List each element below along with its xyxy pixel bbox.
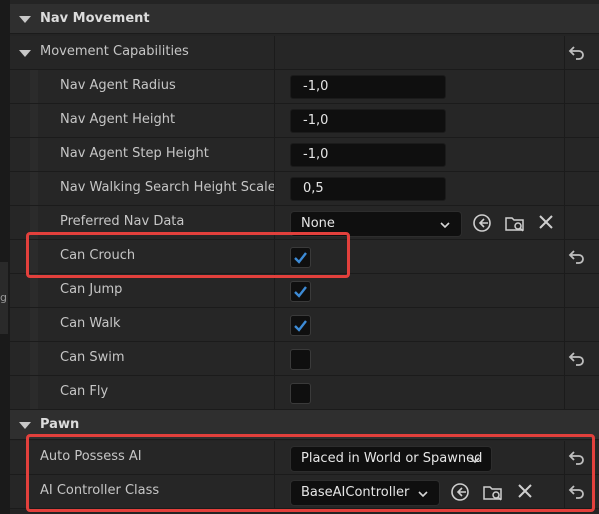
prop-label: Can Jump [60,282,123,297]
prop-label: Nav Agent Step Height [60,146,209,161]
prop-auto-possess-ai: Auto Possess AI Placed in World or Spawn… [10,441,599,475]
group-label: Movement Capabilities [40,44,189,59]
chevron-down-icon [440,222,450,229]
group-movement-capabilities[interactable]: Movement Capabilities [10,36,599,70]
section-title: Pawn [40,417,80,432]
reset-to-default-icon[interactable] [568,44,586,62]
reset-to-default-icon[interactable] [568,449,586,467]
collapse-triangle-icon[interactable] [19,50,31,57]
details-panel: Nav Movement Movement Capabilities Nav A… [10,0,599,514]
dropdown-value: Placed in World or Spawned [301,451,483,466]
prop-label: Can Fly [60,384,109,399]
prop-nav-agent-step-height: Nav Agent Step Height -1,0 [10,138,599,172]
can-swim-checkbox[interactable] [290,349,311,370]
collapse-triangle-icon[interactable] [19,422,31,429]
prop-can-walk: Can Walk [10,308,599,342]
prop-label: Can Crouch [60,248,136,263]
prop-ai-controller-class: AI Controller Class BaseAIController [10,475,599,509]
use-selected-arrow-icon[interactable] [472,213,494,233]
prop-nav-walking-search-height-scale: Nav Walking Search Height Scale 0,5 [10,172,599,206]
prop-label: Nav Agent Height [60,112,176,127]
nav-agent-step-height-field[interactable]: -1,0 [290,143,446,167]
section-pawn[interactable]: Pawn [10,410,599,440]
checkmark-icon [294,286,307,298]
dropdown-value: BaseAIController [301,485,410,500]
prop-label: Can Swim [60,350,125,365]
prop-can-fly: Can Fly [10,376,599,410]
checkmark-icon [294,320,307,332]
section-title: Nav Movement [40,11,150,26]
nav-walking-search-height-scale-field[interactable]: 0,5 [290,177,446,201]
left-panel-edge: g [0,0,10,514]
nav-agent-radius-field[interactable]: -1,0 [290,75,446,99]
prop-label: Nav Agent Radius [60,78,176,93]
prop-can-swim: Can Swim [10,342,599,376]
prop-preferred-nav-data: Preferred Nav Data None [10,206,599,240]
prop-can-crouch: Can Crouch [10,240,599,274]
prop-label: Preferred Nav Data [60,214,185,229]
checkmark-icon [294,252,307,264]
ai-controller-class-dropdown[interactable]: BaseAIController [290,480,440,506]
prop-nav-agent-height: Nav Agent Height -1,0 [10,104,599,138]
clear-x-icon[interactable] [536,213,558,233]
prop-label: Auto Possess AI [40,449,142,464]
dropdown-value: None [301,216,335,231]
prop-label: Nav Walking Search Height Scale [60,180,276,195]
left-edge-glyph: g [0,291,7,304]
can-crouch-checkbox[interactable] [290,247,311,268]
reset-to-default-icon[interactable] [568,350,586,368]
chevron-down-icon [470,457,480,464]
browse-folder-icon[interactable] [482,482,504,502]
prop-can-jump: Can Jump [10,274,599,308]
section-nav-movement[interactable]: Nav Movement [10,4,599,34]
nav-agent-height-field[interactable]: -1,0 [290,109,446,133]
prop-label: Can Walk [60,316,121,331]
can-jump-checkbox[interactable] [290,281,311,302]
reset-to-default-icon[interactable] [568,483,586,501]
prop-nav-agent-radius: Nav Agent Radius -1,0 [10,70,599,104]
use-selected-arrow-icon[interactable] [450,482,472,502]
preferred-nav-data-dropdown[interactable]: None [290,211,462,237]
reset-to-default-icon[interactable] [568,248,586,266]
auto-possess-ai-dropdown[interactable]: Placed in World or Spawned [290,446,492,472]
prop-label: AI Controller Class [40,483,160,498]
can-walk-checkbox[interactable] [290,315,311,336]
browse-folder-icon[interactable] [504,213,526,233]
collapse-triangle-icon[interactable] [19,16,31,23]
chevron-down-icon [418,491,428,498]
can-fly-checkbox[interactable] [290,383,311,404]
clear-x-icon[interactable] [515,482,537,502]
